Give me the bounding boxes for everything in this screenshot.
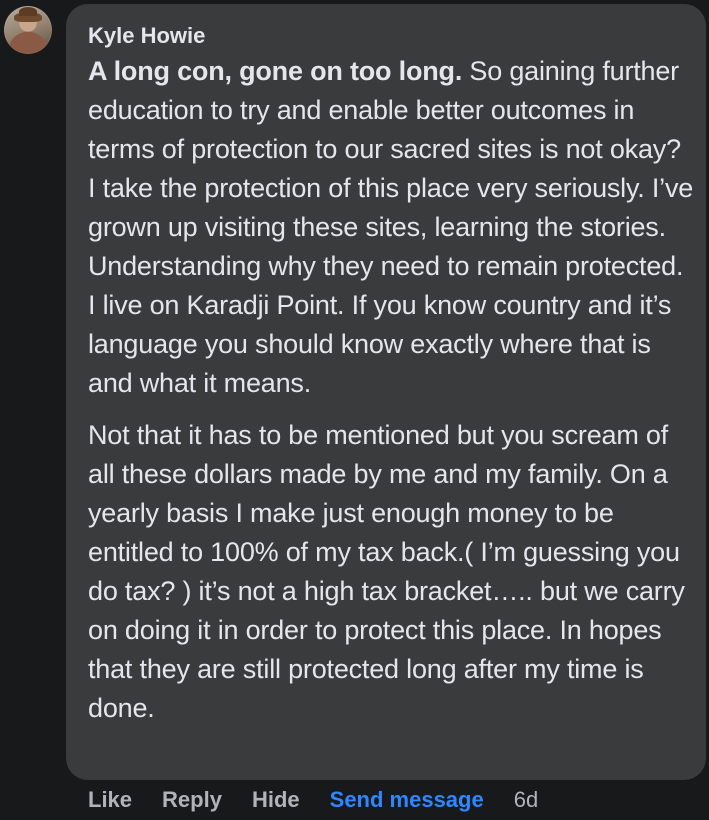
avatar-hat-graphic (14, 7, 42, 22)
author-avatar[interactable] (4, 6, 52, 54)
comment: Kyle Howie A long con, gone on too long.… (0, 0, 709, 820)
comment-timestamp[interactable]: 6d (514, 787, 538, 813)
comment-paragraph-1-body: So gaining further education to try and … (88, 56, 694, 398)
comment-lead-text: A long con, gone on too long. (88, 56, 463, 86)
like-button[interactable]: Like (88, 787, 132, 813)
comment-paragraph-2: Not that it has to be mentioned but you … (88, 420, 685, 723)
comment-author-name[interactable]: Kyle Howie (88, 20, 205, 52)
comment-bubble: Kyle Howie A long con, gone on too long.… (66, 4, 706, 780)
comment-actions: Like Reply Hide Send message 6d (88, 784, 538, 816)
hide-button[interactable]: Hide (252, 787, 300, 813)
reply-button[interactable]: Reply (162, 787, 222, 813)
comment-paragraph-1: A long con, gone on too long. So gaining… (88, 52, 694, 403)
send-message-button[interactable]: Send message (330, 787, 484, 813)
